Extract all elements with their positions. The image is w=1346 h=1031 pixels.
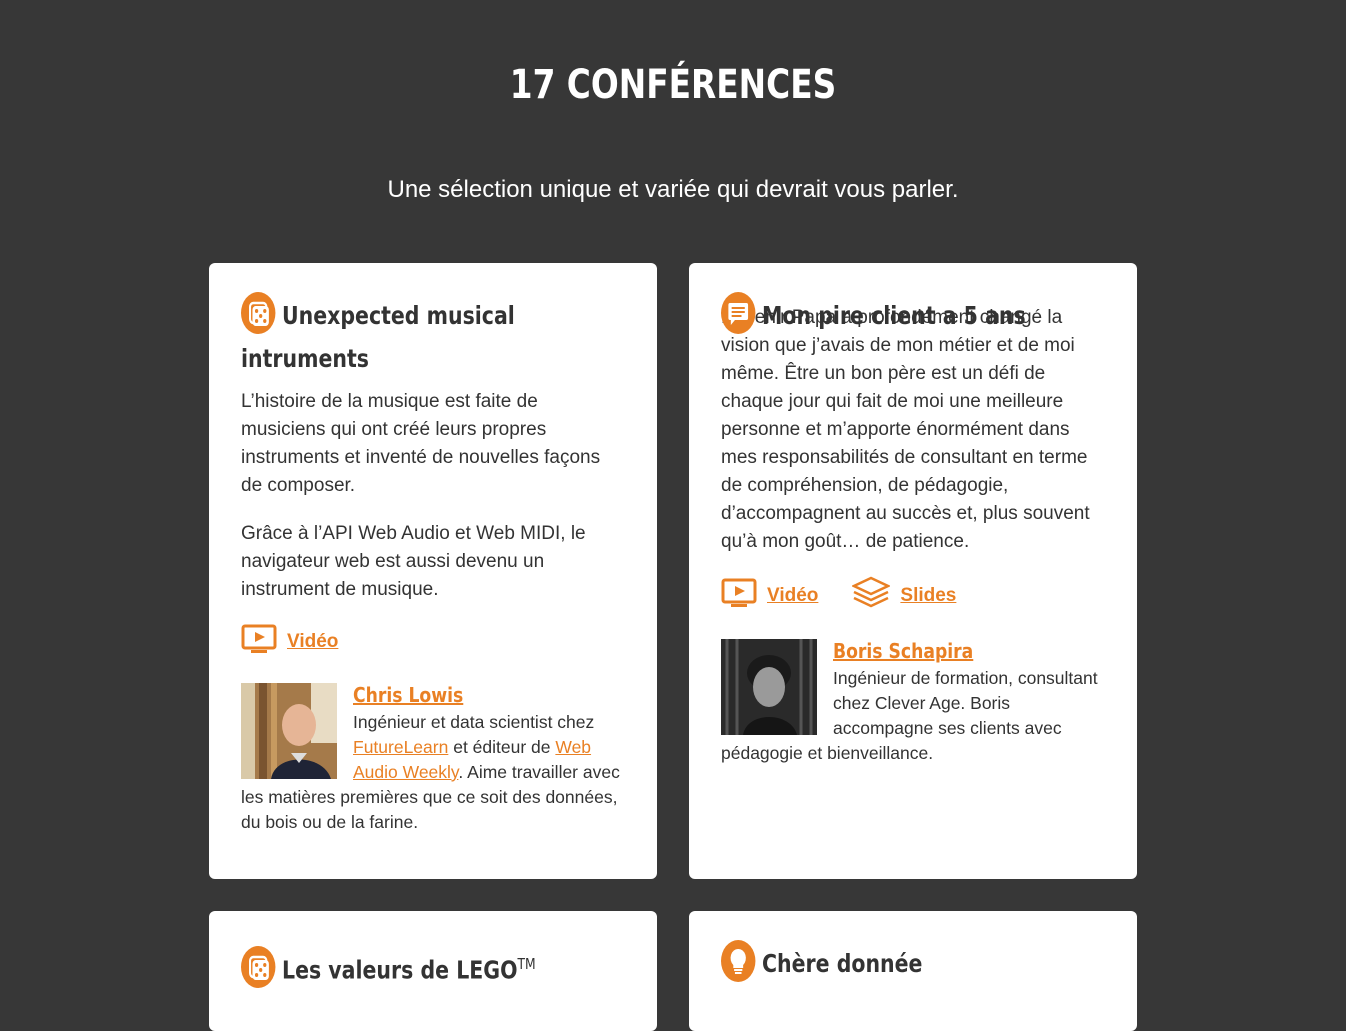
talk-title: Unexpected musical intruments xyxy=(241,292,618,380)
speaker-bio: Ingénieur et data scientist chez xyxy=(353,712,595,732)
video-icon xyxy=(721,578,757,613)
talk-description: Grâce à l’API Web Audio et Web MIDI, le … xyxy=(241,523,586,600)
talk-title: Chère donnée xyxy=(721,940,1098,986)
chat-icon xyxy=(721,292,756,334)
page-title: 17 CONFÉRENCES xyxy=(509,62,837,108)
lightbulb-icon xyxy=(721,940,756,982)
talk-links: Vidéo Slides xyxy=(721,576,1105,615)
speaker: Boris Schapira Ingénieur de formation, c… xyxy=(721,639,1105,766)
talk-links: Vidéo xyxy=(241,624,625,659)
talk-card: Chère donnée xyxy=(689,911,1137,1031)
talk-description: L’histoire de la musique est faite de mu… xyxy=(241,391,601,496)
dice-icon xyxy=(241,292,276,334)
video-link[interactable]: Vidéo xyxy=(241,624,338,659)
trademark: TM xyxy=(517,955,536,973)
video-link-label[interactable]: Vidéo xyxy=(767,585,818,607)
futurelearn-link[interactable]: FutureLearn xyxy=(353,737,448,757)
video-link[interactable]: Vidéo xyxy=(721,578,818,613)
speaker-name[interactable]: Chris Lowis xyxy=(353,683,463,708)
page-subtitle: Une sélection unique et variée qui devra… xyxy=(387,176,959,203)
talk-card: Mon pire client a 5 ans Devenir Papa a p… xyxy=(689,263,1137,879)
talk-title: Mon pire client a 5 ans xyxy=(721,292,1098,338)
layers-icon xyxy=(851,576,892,615)
dice-icon xyxy=(241,946,276,989)
talk-card: Unexpected musical intruments L’histoire… xyxy=(209,263,657,879)
video-link-label[interactable]: Vidéo xyxy=(287,631,338,653)
speaker-name[interactable]: Boris Schapira xyxy=(833,639,973,664)
talk-card: Les valeurs de LEGOTM xyxy=(209,911,657,1031)
slides-link[interactable]: Slides xyxy=(851,576,956,615)
speaker-photo xyxy=(721,639,817,735)
speaker-photo xyxy=(241,683,337,779)
slides-link-label[interactable]: Slides xyxy=(900,585,956,607)
speaker-bio: et éditeur de xyxy=(448,737,556,757)
speaker: Chris Lowis Ingénieur et data scientist … xyxy=(241,683,625,835)
video-icon xyxy=(241,624,277,659)
talk-description: Devenir Papa a profondément changé la vi… xyxy=(721,307,1090,552)
talk-title: Les valeurs de LEGOTM xyxy=(241,943,618,992)
